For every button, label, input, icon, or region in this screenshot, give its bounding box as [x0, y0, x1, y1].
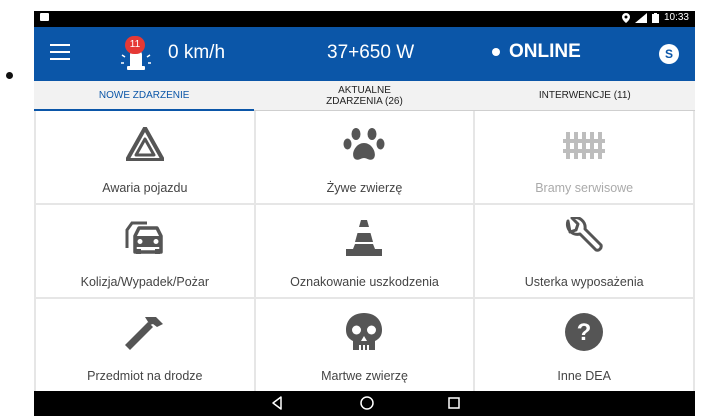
alert-count-badge: 11 [125, 36, 145, 54]
home-icon[interactable] [359, 395, 375, 411]
tab-new-event[interactable]: NOWE ZDARZENIE [34, 81, 255, 111]
warning-triangle-icon [125, 127, 164, 161]
user-avatar[interactable]: S [659, 44, 679, 64]
tile-other-dea[interactable]: ? Inne DEA [475, 299, 693, 391]
tile-live-animal[interactable]: Żywe zwierzę [255, 111, 474, 203]
device-screen: 10:33 11 0 km/h 37+650 W ONLINE S NOWE Z… [34, 11, 695, 416]
tile-object-on-road[interactable]: Przedmiot na drodze [36, 299, 254, 391]
event-type-grid: Awaria pojazdu Żywe zwierzę Bramy serwis… [36, 111, 693, 391]
tile-label: Usterka wyposażenia [524, 275, 644, 289]
wrench-icon [566, 217, 603, 252]
status-bar: 10:33 [34, 11, 695, 27]
question-icon: ? [565, 313, 604, 351]
tile-label: Żywe zwierzę [326, 181, 403, 195]
tile-label: Martwe zwierzę [321, 369, 408, 383]
tile-label: Przedmiot na drodze [87, 369, 203, 383]
tile-label: Inne DEA [557, 369, 611, 383]
traffic-cone-icon [346, 220, 383, 256]
tile-label: Awaria pojazdu [102, 181, 188, 195]
connection-status: ONLINE [492, 41, 581, 63]
tab-interventions[interactable]: INTERWENCJE (11) [475, 81, 695, 110]
menu-button[interactable] [50, 44, 70, 60]
hammer-icon [124, 317, 163, 350]
menu-icon [50, 44, 70, 46]
tile-label: Kolizja/Wypadek/Pożar [80, 275, 210, 289]
location-icon [621, 12, 630, 23]
signal-icon [634, 12, 647, 23]
back-icon[interactable] [270, 395, 284, 411]
tile-damaged-signage[interactable]: Oznakowanie uszkodzenia [255, 205, 474, 297]
tile-collision[interactable]: Kolizja/Wypadek/Pożar [36, 205, 254, 297]
tile-equipment-fault[interactable]: Usterka wyposażenia [475, 205, 693, 297]
paw-icon [343, 128, 385, 160]
notification-icon [40, 13, 49, 21]
tab-current-events[interactable]: AKTUALNE ZDARZENIA (26) [254, 81, 474, 110]
app-bar: 11 0 km/h 37+650 W ONLINE S [34, 27, 695, 81]
svg-text:?: ? [577, 319, 592, 346]
tile-vehicle-breakdown[interactable]: Awaria pojazdu [36, 111, 254, 203]
speed-readout: 0 km/h [168, 42, 226, 63]
skull-icon [346, 313, 383, 350]
bullet-dot [6, 72, 13, 79]
android-nav-bar [34, 391, 695, 416]
connection-status-label: ONLINE [509, 41, 581, 62]
location-readout: 37+650 W [327, 42, 415, 63]
clock: 10:33 [663, 12, 689, 23]
tab-bar: NOWE ZDARZENIE AKTUALNE ZDARZENIA (26) I… [34, 81, 695, 111]
fence-icon [563, 132, 606, 159]
status-icons: 10:33 [621, 12, 689, 23]
tile-label: Oznakowanie uszkodzenia [290, 275, 439, 289]
online-dot-icon [492, 48, 500, 56]
tile-label: Bramy serwisowe [535, 181, 634, 195]
car-crash-icon [125, 221, 163, 254]
tile-dead-animal[interactable]: Martwe zwierzę [255, 299, 474, 391]
recents-icon[interactable] [447, 395, 461, 411]
battery-icon [651, 12, 659, 23]
tile-service-gates[interactable]: Bramy serwisowe [475, 111, 693, 203]
